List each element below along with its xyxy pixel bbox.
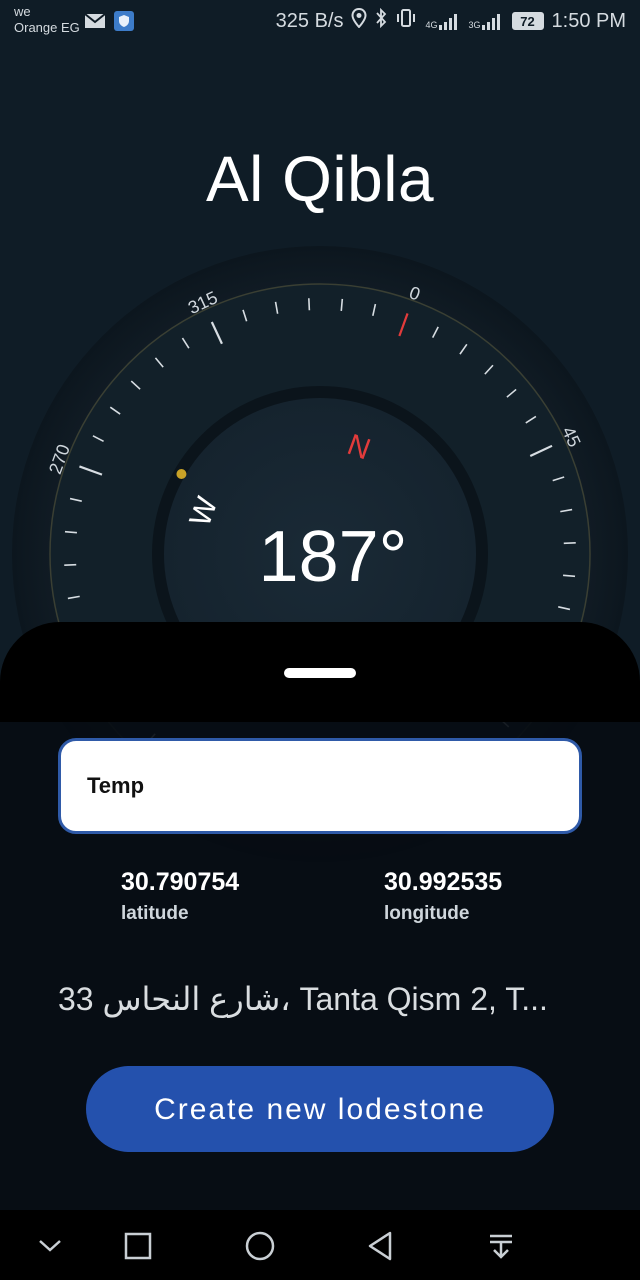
location-icon [351,7,367,34]
dial-tick [308,298,311,311]
carrier-line1: we [14,4,31,19]
vibrate-icon [395,8,417,34]
latitude-label: latitude [121,903,189,924]
signal2-label: 3G [468,20,481,30]
lodestone-name-input[interactable]: Temp [58,738,582,834]
status-bar: we Orange EG 325 B/s 4G 3G 72 1:50 PM [0,0,640,44]
circle-icon[interactable] [240,1226,280,1266]
signal1-label: 4G [425,20,438,30]
chevron-down-icon[interactable] [30,1226,70,1266]
clock: 1:50 PM [551,9,626,32]
longitude-label: longitude [384,903,470,924]
carrier-info: we Orange EG [14,4,80,36]
address-text: 33 شارع النحاس، Tanta Qism 2, T... [58,981,548,1017]
notification-icons [84,11,134,36]
signal-icon: 4G [425,12,460,30]
bluetooth-icon [375,7,387,34]
page-title: Al Qibla [205,143,435,215]
longitude-block: 30.992535 longitude [384,868,502,925]
download-icon[interactable] [481,1226,521,1266]
carrier-line2: Orange EG [14,20,80,35]
shield-icon [114,11,134,36]
battery-icon: 72 [511,12,544,30]
heading-readout: 187° [258,517,408,597]
back-triangle-icon[interactable] [360,1226,400,1266]
mail-icon [84,13,106,34]
qibla-marker [176,469,187,479]
navigation-bar [0,1210,640,1280]
latitude-value: 30.790754 [121,868,240,896]
network-speed: 325 B/s [275,9,344,32]
square-icon[interactable] [118,1226,158,1266]
status-right: 325 B/s 4G 3G 72 1:50 PM [275,7,626,34]
qibla-screen: we Orange EG 325 B/s 4G 3G 72 1:50 PM Al… [0,0,640,1280]
longitude-value: 30.992535 [384,868,503,896]
create-lodestone-button[interactable]: Create new lodestone [86,1066,554,1152]
sheet-drag-handle[interactable] [284,668,356,678]
signal2-icon: 3G [469,12,504,30]
dial-tick [340,298,344,311]
latitude-block: 30.790754 latitude [121,868,239,925]
